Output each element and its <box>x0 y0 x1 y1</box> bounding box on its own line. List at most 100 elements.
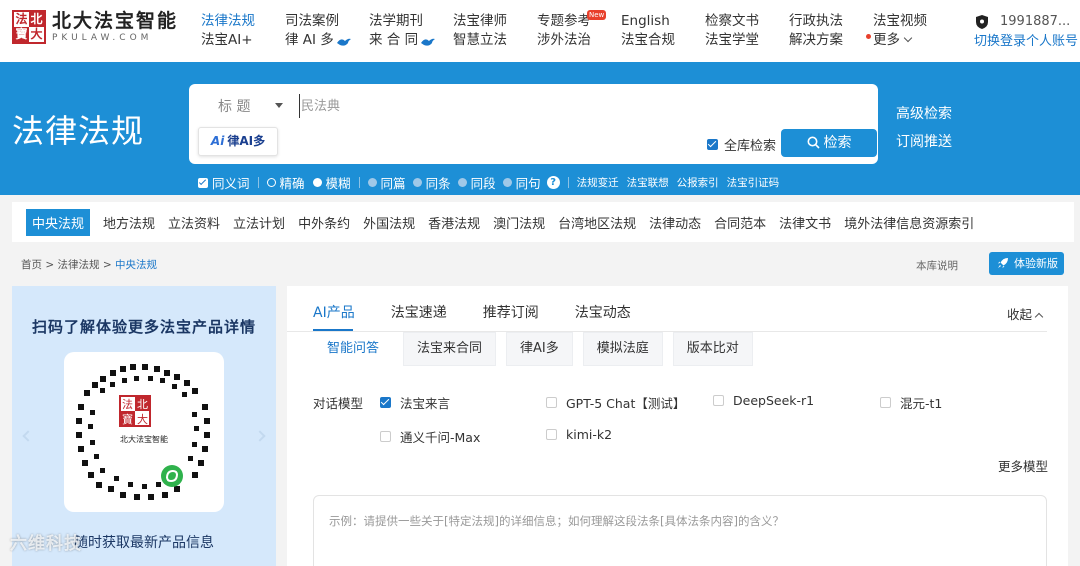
cat-legislative-materials[interactable]: 立法资料 <box>168 213 220 232</box>
chevron-up-icon <box>1034 312 1044 322</box>
same-clause-option[interactable]: 同条 <box>426 173 451 192</box>
field-select[interactable]: 标 题 <box>218 96 250 116</box>
checkbox-icon <box>713 395 724 406</box>
nav-foreign-rule[interactable]: 涉外法治 <box>537 31 591 50</box>
carousel-next-icon[interactable] <box>254 430 266 442</box>
subtab-contract[interactable]: 法宝来合同 <box>403 332 497 366</box>
cat-local[interactable]: 地方法规 <box>103 213 155 232</box>
prompt-input[interactable]: 示例：请提供一些关于[特定法规]的详细信息；如何理解这段法条[具体法条内容]的含… <box>313 495 1047 566</box>
nav-topics[interactable]: 专题参考 New <box>537 10 607 31</box>
radio-icon[interactable] <box>457 178 467 187</box>
cat-contract-templates[interactable]: 合同范本 <box>714 213 766 232</box>
subtab-lvai[interactable]: 律AI多 <box>506 332 573 366</box>
rocket-icon <box>998 258 1008 268</box>
nav-cases[interactable]: 司法案例 <box>285 12 339 31</box>
same-paragraph-option[interactable]: 同段 <box>471 173 496 192</box>
breadcrumb-current: 中央法规 <box>115 259 157 271</box>
model-option[interactable]: 通义千问-Max <box>380 427 480 446</box>
tab-recommended-subscriptions[interactable]: 推荐订阅 <box>483 302 539 322</box>
nav-journals[interactable]: 法学期刊 <box>369 12 423 31</box>
nav-lawyers[interactable]: 法宝律师 <box>453 12 507 31</box>
nav-lvai[interactable]: 律 AI 多 <box>285 31 339 50</box>
subtab-smart-qa[interactable]: 智能问答 <box>313 332 394 366</box>
radio-icon[interactable] <box>266 178 276 187</box>
tab-fabao-express[interactable]: 法宝速递 <box>391 302 447 322</box>
model-option[interactable]: GPT-5 Chat【测试】 <box>546 393 685 412</box>
search-input[interactable] <box>299 94 719 118</box>
cat-treaties[interactable]: 中外条约 <box>298 213 350 232</box>
user-account[interactable]: 1991887... <box>974 12 1078 32</box>
model-option[interactable]: DeepSeek-r1 <box>713 393 814 408</box>
search-icon <box>807 136 820 149</box>
same-article-option[interactable]: 同篇 <box>381 173 406 192</box>
nav-smart-legislation[interactable]: 智慧立法 <box>453 31 507 50</box>
try-new-version-button[interactable]: 体验新版 <box>989 252 1064 275</box>
qr-code: 法 北 寶 大 北大法宝智能 <box>64 352 224 512</box>
link-citation-code[interactable]: 法宝引证码 <box>727 175 780 190</box>
checkbox-checked-icon[interactable] <box>198 177 208 188</box>
fulltext-checkbox[interactable]: 全库检索 <box>707 135 776 154</box>
fuzzy-option[interactable]: 模糊 <box>326 173 351 192</box>
cat-macau[interactable]: 澳门法规 <box>493 213 545 232</box>
cat-central[interactable]: 中央法规 <box>26 208 91 236</box>
nav-fabao-ai[interactable]: 法宝AI+ <box>201 31 255 50</box>
link-law-changes[interactable]: 法规变迁 <box>577 175 619 190</box>
subtab-moot-court[interactable]: 模拟法庭 <box>582 332 663 366</box>
synonym-option[interactable]: 同义词 <box>212 173 250 192</box>
nav-solutions[interactable]: 解决方案 <box>789 31 843 50</box>
radio-icon[interactable] <box>502 178 512 187</box>
nav-compliance[interactable]: 法宝合规 <box>621 31 675 50</box>
nav-col-6: English 法宝合规 <box>621 12 675 50</box>
radio-icon[interactable] <box>412 178 422 187</box>
carousel-prev-icon[interactable] <box>22 430 34 442</box>
logo[interactable]: 法 北 寶 大 北大法宝智能 PKULAW.COM <box>12 10 178 44</box>
subtab-version-compare[interactable]: 版本比对 <box>672 332 753 366</box>
switch-account-link[interactable]: 切换登录个人账号 <box>974 32 1078 52</box>
breadcrumb-laws[interactable]: 法律法规 <box>58 259 100 271</box>
radio-selected-icon[interactable] <box>312 178 322 187</box>
advanced-search-link[interactable]: 高级检索 <box>896 100 952 128</box>
breadcrumb-home[interactable]: 首页 <box>21 259 42 271</box>
panel-tabs: AI产品 法宝速递 推荐订阅 法宝动态 <box>313 302 667 322</box>
model-option[interactable]: 混元-t1 <box>880 393 942 412</box>
exact-option[interactable]: 精确 <box>280 173 305 192</box>
cat-legal-news[interactable]: 法律动态 <box>649 213 701 232</box>
ai-icon: Ai <box>210 134 225 148</box>
nav-video[interactable]: 法宝视频 <box>873 12 927 31</box>
tab-ai-products[interactable]: AI产品 <box>313 302 355 322</box>
cat-overseas-index[interactable]: 境外法律信息资源索引 <box>844 213 974 232</box>
cat-legislative-plans[interactable]: 立法计划 <box>233 213 285 232</box>
nav-procuratorate[interactable]: 检察文书 <box>705 12 759 31</box>
library-description-link[interactable]: 本库说明 <box>916 258 958 273</box>
cat-legal-documents[interactable]: 法律文书 <box>779 213 831 232</box>
nav-english[interactable]: English <box>621 12 675 31</box>
cat-foreign[interactable]: 外国法规 <box>363 213 415 232</box>
promo-banner[interactable]: 扫码了解体验更多法宝产品详情 法 北 寶 大 北大法宝智能 随时获取最新产品信息 <box>12 286 276 566</box>
nav-col-2: 司法案例 律 AI 多 <box>285 12 351 50</box>
model-option[interactable]: 法宝来言 <box>380 393 450 412</box>
nav-contract[interactable]: 来 合 同 <box>369 31 423 50</box>
help-icon[interactable]: ? <box>546 176 560 189</box>
nav-academy[interactable]: 法宝学堂 <box>705 31 759 50</box>
more-models-link[interactable]: 更多模型 <box>998 456 1048 475</box>
nav-laws[interactable]: 法律法规 <box>201 12 255 31</box>
nav-more[interactable]: 更多 <box>866 31 927 50</box>
link-gazette-index[interactable]: 公报索引 <box>677 175 719 190</box>
lvai-button[interactable]: Ai 律AI多 <box>198 127 278 156</box>
search-box: 标 题 Ai律AI多 全库检索 检索 <box>189 84 878 164</box>
model-option[interactable]: kimi-k2 <box>546 427 612 442</box>
link-fabao-association[interactable]: 法宝联想 <box>627 175 669 190</box>
checkbox-checked-icon <box>380 397 391 408</box>
radio-icon[interactable] <box>367 178 377 187</box>
breadcrumb: 首页 > 法律法规 > 中央法规 <box>21 257 157 272</box>
cat-hongkong[interactable]: 香港法规 <box>428 213 480 232</box>
subscribe-link[interactable]: 订阅推送 <box>896 128 952 156</box>
nav-enforcement[interactable]: 行政执法 <box>789 12 843 31</box>
cat-taiwan[interactable]: 台湾地区法规 <box>558 213 636 232</box>
same-sentence-option[interactable]: 同句 <box>516 173 541 192</box>
tab-fabao-news[interactable]: 法宝动态 <box>575 302 631 322</box>
search-button[interactable]: 检索 <box>781 129 877 157</box>
caret-down-icon[interactable] <box>275 103 283 108</box>
seal-char: 大 <box>30 27 43 41</box>
collapse-button[interactable]: 收起 <box>1007 304 1044 323</box>
